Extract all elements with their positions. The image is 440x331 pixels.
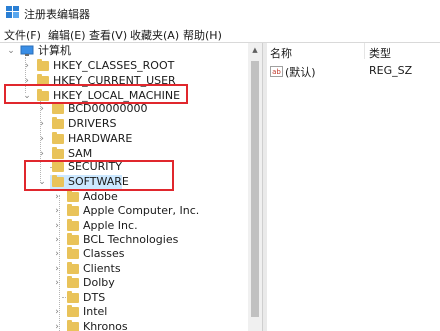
- annotation-box-hklm: [4, 84, 188, 104]
- menu-favorites[interactable]: 收藏夹(A): [130, 27, 179, 43]
- chevron-right-icon[interactable]: ›: [37, 102, 47, 116]
- tree-item-sam[interactable]: › SAM: [0, 147, 240, 161]
- chevron-right-icon[interactable]: ›: [52, 276, 62, 290]
- tree-item-label: Adobe: [83, 190, 118, 203]
- tree-item-hkey-classes-root[interactable]: › HKEY_CLASSES_ROOT: [0, 59, 240, 73]
- scroll-up-icon[interactable]: ▲: [248, 43, 262, 57]
- chevron-right-icon[interactable]: ›: [52, 305, 62, 319]
- folder-icon: [67, 320, 79, 331]
- menu-help[interactable]: 帮助(H): [183, 27, 222, 43]
- chevron-right-icon[interactable]: ›: [52, 190, 62, 204]
- chevron-right-icon[interactable]: ›: [52, 233, 62, 247]
- tree-item-label: Apple Inc.: [83, 219, 138, 232]
- tree-item-label: DTS: [83, 291, 106, 304]
- tree-item-bcd[interactable]: › BCD00000000: [0, 102, 240, 116]
- value-type: REG_SZ: [369, 64, 413, 77]
- chevron-right-icon[interactable]: ›: [22, 59, 32, 73]
- chevron-right-icon[interactable]: ›: [37, 132, 47, 146]
- chevron-right-icon[interactable]: ›: [52, 320, 62, 331]
- folder-icon: [67, 219, 79, 231]
- tree-item-label: Apple Computer, Inc.: [83, 204, 200, 217]
- chevron-right-icon[interactable]: ›: [52, 204, 62, 218]
- folder-icon: [67, 276, 79, 288]
- column-separator[interactable]: [364, 43, 365, 59]
- menu-file[interactable]: 文件(F): [4, 27, 41, 43]
- title-bar: 注册表编辑器: [0, 0, 440, 26]
- folder-icon: [67, 262, 79, 274]
- tree-item-apple-computer[interactable]: › Apple Computer, Inc.: [0, 204, 240, 218]
- window-title: 注册表编辑器: [24, 8, 90, 21]
- folder-icon: [52, 117, 64, 129]
- chevron-right-icon[interactable]: ›: [52, 219, 62, 233]
- tree-item-label: Clients: [83, 262, 121, 275]
- menu-edit[interactable]: 编辑(E): [48, 27, 86, 43]
- tree-item-khronos[interactable]: › Khronos: [0, 320, 240, 331]
- registry-editor-icon: [6, 6, 19, 18]
- folder-icon: [67, 233, 79, 245]
- folder-icon: [67, 247, 79, 259]
- folder-icon: [52, 147, 64, 159]
- folder-icon: [37, 59, 49, 71]
- value-name[interactable]: (默认): [285, 64, 316, 80]
- values-pane: 名称 类型 ab (默认) REG_SZ: [266, 43, 440, 331]
- folder-icon: [67, 291, 79, 303]
- tree-item-label: BCD00000000: [68, 102, 148, 115]
- chevron-right-icon[interactable]: ›: [52, 247, 62, 261]
- tree-item-label: Khronos: [83, 320, 128, 331]
- menu-bar: 文件(F) 编辑(E) 查看(V) 收藏夹(A) 帮助(H): [0, 26, 440, 43]
- tree-item-intel[interactable]: › Intel: [0, 305, 240, 319]
- tree-item-dolby[interactable]: › Dolby: [0, 276, 240, 290]
- column-header-name[interactable]: 名称: [270, 45, 292, 61]
- scrollbar-thumb[interactable]: [251, 61, 259, 317]
- tree-item-bcl[interactable]: › BCL Technologies: [0, 233, 240, 247]
- folder-icon: [52, 102, 64, 114]
- tree-scrollbar[interactable]: ▲: [248, 43, 262, 331]
- string-value-icon: ab: [270, 66, 283, 77]
- tree-item-computer[interactable]: ⌄ 计算机: [0, 44, 240, 58]
- menu-view[interactable]: 查看(V): [89, 27, 127, 43]
- tree-item-classes[interactable]: › Classes: [0, 247, 240, 261]
- folder-icon: [67, 190, 79, 202]
- chevron-right-icon[interactable]: ›: [37, 117, 47, 131]
- tree-item-label: DRIVERS: [68, 117, 117, 130]
- chevron-right-icon[interactable]: ›: [52, 262, 62, 276]
- tree-item-label: Intel: [83, 305, 108, 318]
- folder-icon: [67, 305, 79, 317]
- computer-icon: [20, 45, 34, 56]
- column-header-type[interactable]: 类型: [369, 45, 391, 61]
- annotation-box-software: [24, 160, 174, 191]
- chevron-right-icon[interactable]: ›: [37, 147, 47, 161]
- registry-tree: ⌄ 计算机 › HKEY_CLASSES_ROOT › HKEY_CURRENT…: [0, 43, 262, 331]
- tree-item-drivers[interactable]: › DRIVERS: [0, 117, 240, 131]
- tree-item-label: SAM: [68, 147, 93, 160]
- tree-item-apple-inc[interactable]: › Apple Inc.: [0, 219, 240, 233]
- tree-item-label: HARDWARE: [68, 132, 133, 145]
- tree-item-label: Dolby: [83, 276, 115, 289]
- tree-item-clients[interactable]: › Clients: [0, 262, 240, 276]
- chevron-down-icon[interactable]: ⌄: [6, 44, 16, 58]
- tree-item-label: Classes: [83, 247, 125, 260]
- tree-item-adobe[interactable]: › Adobe: [0, 190, 240, 204]
- tree-item-hardware[interactable]: › HARDWARE: [0, 132, 240, 146]
- folder-icon: [52, 132, 64, 144]
- tree-item-label: HKEY_CLASSES_ROOT: [53, 59, 175, 72]
- tree-item-label: 计算机: [38, 44, 71, 57]
- folder-icon: [67, 204, 79, 216]
- tree-item-dts[interactable]: DTS: [0, 291, 240, 305]
- tree-item-label: BCL Technologies: [83, 233, 179, 246]
